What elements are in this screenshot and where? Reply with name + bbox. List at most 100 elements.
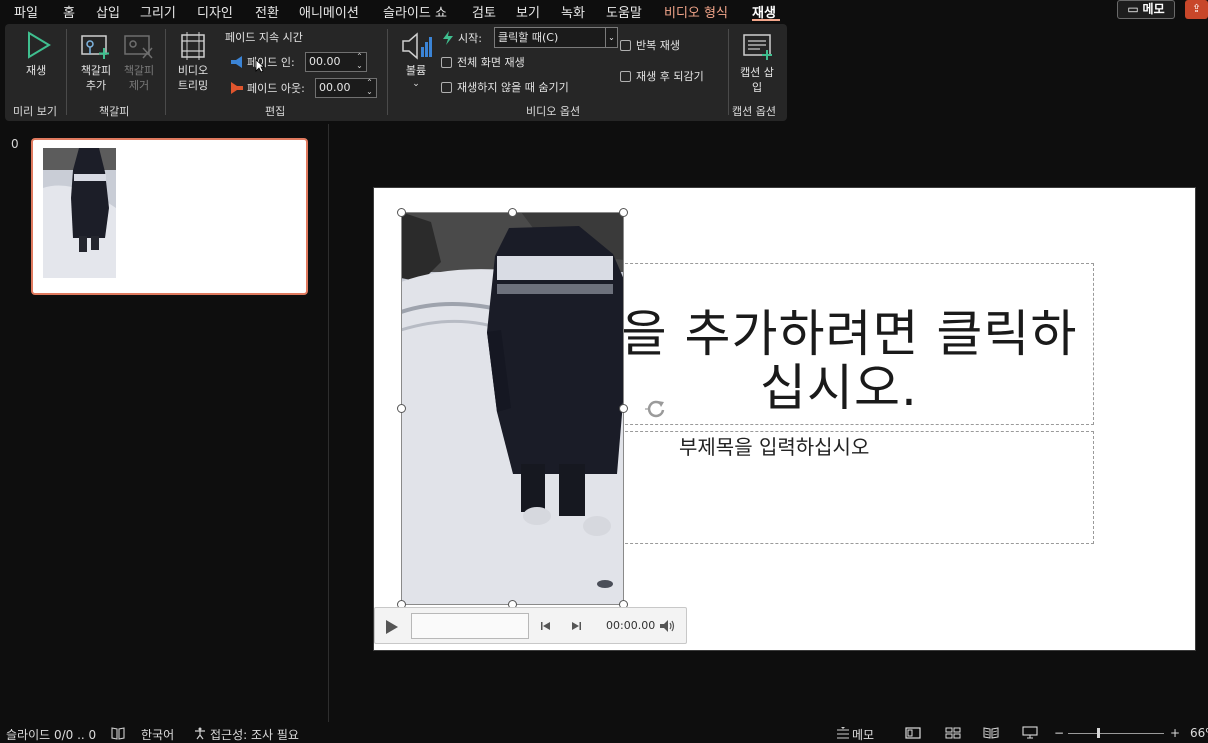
fullscreen-checkbox[interactable]	[441, 57, 452, 68]
speaker-icon[interactable]	[659, 619, 677, 633]
tab-review[interactable]: 검토	[472, 2, 496, 21]
resize-handle[interactable]	[397, 404, 406, 413]
subtitle-placeholder[interactable]	[600, 431, 1094, 544]
zoom-level[interactable]: 66%	[1190, 726, 1208, 740]
tab-record[interactable]: 녹화	[561, 2, 585, 21]
reading-view-icon[interactable]	[983, 727, 999, 739]
media-player-bar: 00:00.00	[374, 607, 687, 644]
tab-file[interactable]: 파일	[14, 2, 38, 21]
share-icon: ⇪	[1191, 2, 1202, 15]
preview-group-label: 미리 보기	[13, 105, 57, 118]
trim-video-button[interactable]: 비디오 트리밍	[171, 28, 215, 92]
separator	[387, 29, 388, 115]
tab-design[interactable]: 디자인	[197, 2, 233, 21]
slide-number: 0	[11, 137, 19, 151]
start-value: 클릭할 때(C)	[498, 31, 559, 44]
accessibility-icon	[195, 727, 205, 740]
notes-button[interactable]: 메모	[852, 726, 874, 743]
spin-arrows-icon[interactable]: ⌃ ⌄	[355, 52, 364, 70]
trim-video-icon	[181, 32, 205, 60]
active-tab-indicator	[752, 19, 780, 21]
trim-video-label-1: 비디오	[177, 64, 209, 77]
resize-handle[interactable]	[619, 404, 628, 413]
hide-label: 재생하지 않을 때 숨기기	[457, 81, 569, 94]
resize-handle[interactable]	[619, 208, 628, 217]
title-placeholder[interactable]	[600, 263, 1094, 425]
tab-animations[interactable]: 애니메이션	[299, 2, 359, 21]
add-bookmark-label-2: 추가	[85, 79, 107, 92]
resize-handle[interactable]	[397, 208, 406, 217]
rewind-checkbox[interactable]	[620, 71, 631, 82]
chevron-down-icon[interactable]: ⌄	[605, 28, 617, 47]
volume-button[interactable]: 볼륨 ⌄	[397, 28, 435, 94]
panel-divider[interactable]	[328, 124, 329, 722]
playback-time: 00:00.00	[606, 619, 656, 632]
comment-icon: ▭	[1127, 2, 1143, 16]
fade-in-value: 00.00	[309, 55, 341, 68]
slide-info: 슬라이드 0/0 .. 0	[6, 728, 97, 742]
tab-transitions[interactable]: 전환	[255, 2, 279, 21]
start-select[interactable]: 클릭할 때(C) ⌄	[494, 27, 618, 48]
play-icon[interactable]	[385, 619, 399, 635]
tab-draw[interactable]: 그리기	[140, 2, 176, 21]
rewind-label: 재생 후 되감기	[636, 70, 704, 83]
tab-insert[interactable]: 삽입	[96, 2, 120, 21]
rotate-handle-icon[interactable]	[645, 398, 667, 420]
accessibility-status[interactable]: 접근성: 조사 필요	[210, 726, 299, 743]
video-frame[interactable]	[401, 212, 624, 605]
play-label: 재생	[26, 64, 47, 77]
tab-view[interactable]: 보기	[516, 2, 540, 21]
fade-out-label: 페이드 아웃:	[247, 82, 305, 95]
remove-bookmark-icon	[124, 35, 153, 59]
tab-video-format[interactable]: 비디오 형식	[664, 2, 728, 21]
zoom-slider-thumb[interactable]	[1097, 728, 1100, 738]
menu-bar: 파일 홈 삽입 그리기 디자인 전환 애니메이션 슬라이드 쇼 검토 보기 녹화…	[0, 0, 1208, 22]
fade-out-input[interactable]: 00.00 ⌃ ⌄	[315, 78, 377, 98]
slide-thumbnail[interactable]	[31, 138, 308, 295]
tab-home[interactable]: 홈	[63, 2, 75, 21]
slideshow-view-icon[interactable]	[1022, 726, 1038, 739]
fade-in-input[interactable]: 00.00 ⌃ ⌄	[305, 52, 367, 72]
fade-duration-label: 페이드 지속 시간	[225, 31, 303, 44]
spin-arrows-icon[interactable]: ⌃ ⌄	[365, 78, 374, 96]
zoom-in-button[interactable]: +	[1170, 726, 1180, 740]
insert-captions-label-1: 캡션 삽	[740, 66, 774, 79]
language-status[interactable]: 한국어	[141, 726, 174, 743]
start-label: 시작:	[458, 32, 482, 45]
resize-handle[interactable]	[508, 208, 517, 217]
remove-bookmark-button[interactable]: 책갈피 제거	[118, 28, 160, 92]
fade-out-icon	[231, 82, 243, 94]
step-forward-icon[interactable]	[570, 620, 582, 632]
separator	[165, 29, 166, 115]
insert-captions-button[interactable]: 캡션 삽 입	[731, 28, 783, 94]
play-preview-button[interactable]: 재생	[17, 28, 59, 80]
captions-group-label: 캡션 옵션	[732, 105, 776, 118]
chevron-down-icon: ⌄	[412, 79, 420, 89]
zoom-slider-track[interactable]	[1068, 733, 1164, 734]
volume-icon	[402, 32, 432, 60]
bookmark-group-label: 책갈피	[99, 105, 130, 118]
loop-checkbox[interactable]	[620, 40, 631, 51]
hide-checkbox[interactable]	[441, 82, 452, 93]
step-back-icon[interactable]	[540, 620, 552, 632]
tab-help[interactable]: 도움말	[606, 2, 642, 21]
spellcheck-icon[interactable]	[110, 727, 126, 740]
captions-icon	[743, 34, 772, 60]
remove-bookmark-label-1: 책갈피	[123, 64, 155, 77]
trim-video-label-2: 트리밍	[177, 79, 209, 92]
seek-track[interactable]	[411, 613, 529, 639]
slide-sorter-icon[interactable]	[945, 727, 961, 739]
tab-slideshow[interactable]: 슬라이드 쇼	[383, 2, 447, 21]
normal-view-icon[interactable]	[905, 727, 921, 739]
share-button[interactable]: ⇪	[1185, 0, 1208, 19]
add-bookmark-icon	[81, 35, 109, 59]
status-bar: 슬라이드 0/0 .. 0 한국어 접근성: 조사 필요 메모 − + 66%	[0, 722, 1208, 742]
zoom-out-button[interactable]: −	[1054, 726, 1064, 740]
mouse-cursor-icon	[255, 59, 265, 73]
lightning-icon	[443, 31, 453, 45]
insert-captions-label-2: 입	[751, 81, 763, 94]
memo-button[interactable]: ▭ 메모	[1117, 0, 1175, 19]
add-bookmark-label-1: 책갈피	[80, 64, 112, 77]
add-bookmark-button[interactable]: 책갈피 추가	[75, 28, 117, 92]
ribbon: 재생 미리 보기 책갈피 추가 책갈피 제거 책갈피 비디오 트리밍 페이드 지…	[5, 24, 787, 121]
